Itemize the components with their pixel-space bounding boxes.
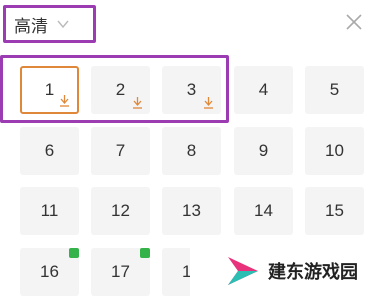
episode-cell[interactable]: 7 bbox=[91, 127, 150, 175]
episode-number: 10 bbox=[325, 141, 344, 160]
episode-cell[interactable]: 2 bbox=[91, 66, 150, 114]
episode-cell[interactable]: 1 bbox=[20, 66, 79, 114]
watermark-logo-icon bbox=[228, 256, 258, 285]
downloaded-icon bbox=[204, 97, 213, 109]
episode-cell[interactable]: 9 bbox=[234, 127, 293, 175]
episode-cell[interactable]: 13 bbox=[162, 187, 221, 235]
episode-cell[interactable]: 16 bbox=[20, 248, 79, 296]
episode-number: 12 bbox=[111, 201, 130, 220]
episode-cell[interactable]: 12 bbox=[91, 187, 150, 235]
episode-number: 9 bbox=[258, 141, 269, 160]
episode-number: 17 bbox=[111, 262, 130, 281]
episode-number: 3 bbox=[186, 80, 197, 99]
downloaded-icon bbox=[133, 97, 142, 109]
watermark: 建东游戏园 bbox=[190, 240, 389, 301]
episode-badge-icon bbox=[140, 248, 150, 258]
episode-number: 6 bbox=[44, 141, 55, 160]
episode-cell[interactable]: 8 bbox=[162, 127, 221, 175]
episode-number: 5 bbox=[329, 80, 340, 99]
episode-number: 14 bbox=[254, 201, 273, 220]
episode-cell[interactable]: 17 bbox=[91, 248, 150, 296]
episode-number: 15 bbox=[325, 201, 344, 220]
episode-number: 8 bbox=[186, 141, 197, 160]
episode-number: 7 bbox=[115, 141, 126, 160]
episode-cell[interactable]: 15 bbox=[305, 187, 364, 235]
episode-cell[interactable]: 14 bbox=[234, 187, 293, 235]
episode-number: 11 bbox=[40, 201, 59, 220]
episode-number: 2 bbox=[115, 80, 126, 99]
episode-cell[interactable]: 4 bbox=[234, 66, 293, 114]
episode-cell[interactable]: 11 bbox=[20, 187, 79, 235]
episode-number: 16 bbox=[40, 262, 59, 281]
watermark-text: 建东游戏园 bbox=[268, 261, 358, 282]
episode-badge-icon bbox=[69, 248, 79, 258]
episode-number: 13 bbox=[182, 201, 201, 220]
episode-cell[interactable]: 3 bbox=[162, 66, 221, 114]
downloaded-icon bbox=[60, 95, 69, 107]
episode-cell[interactable]: 5 bbox=[305, 66, 364, 114]
episode-cell[interactable]: 6 bbox=[20, 127, 79, 175]
episode-number: 1 bbox=[44, 80, 55, 99]
episode-number: 4 bbox=[258, 80, 269, 99]
episode-cell[interactable]: 10 bbox=[305, 127, 364, 175]
